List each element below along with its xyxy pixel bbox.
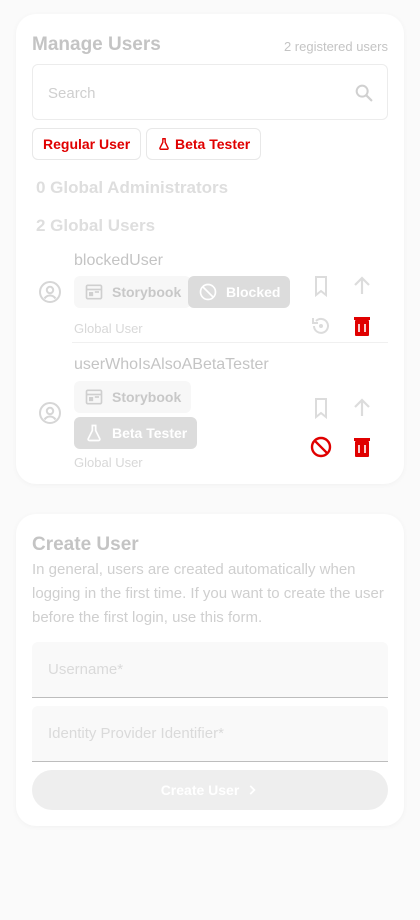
list-item: userWhoIsAlsoABetaTester Storybook Beta …: [16, 352, 404, 472]
chip-label: Storybook: [112, 284, 182, 300]
username-placeholder: Username*: [48, 661, 124, 678]
filter-beta-tester-button[interactable]: Beta Tester: [146, 128, 262, 160]
user-role: Global User: [74, 321, 143, 336]
arrow-up-icon[interactable]: [350, 274, 374, 298]
filter-regular-user-button[interactable]: Regular User: [32, 128, 142, 160]
search-icon[interactable]: [353, 82, 375, 104]
user-role: Global User: [74, 455, 143, 470]
create-user-button-label: Create User: [160, 782, 240, 798]
block-icon[interactable]: [309, 435, 333, 459]
create-user-button[interactable]: Create User: [32, 770, 388, 810]
search-placeholder: Search: [48, 85, 96, 102]
global-users-heading: 2 Global Users: [36, 216, 156, 235]
flask-icon: [159, 138, 169, 150]
identity-provider-field[interactable]: Identity Provider Identifier*: [32, 706, 388, 762]
flask-icon: [87, 424, 101, 442]
manage-users-title: Manage Users: [32, 34, 161, 55]
chip-label: Beta Tester: [112, 425, 188, 441]
chip-label: Blocked: [226, 284, 281, 300]
list-item: blockedUser Storybook Blocked Global Use…: [16, 248, 404, 342]
bookmark-icon[interactable]: [309, 274, 333, 298]
delete-icon[interactable]: [350, 435, 374, 459]
divider: [72, 342, 388, 343]
storybook-icon: [85, 389, 103, 405]
create-user-title: Create User: [32, 534, 139, 555]
account-circle-icon: [39, 281, 61, 303]
registered-users-count: 2 registered users: [283, 39, 388, 54]
storybook-chip: Storybook: [74, 381, 192, 413]
username-field[interactable]: Username*: [32, 642, 388, 698]
restore-icon[interactable]: [309, 314, 333, 338]
storybook-chip: Storybook: [74, 276, 192, 308]
manage-users-card: Manage Users 2 registered users Search R…: [16, 14, 404, 484]
user-name: blockedUser: [74, 252, 163, 269]
arrow-up-icon[interactable]: [350, 396, 374, 420]
storybook-icon: [85, 284, 103, 300]
account-circle-icon: [39, 402, 61, 424]
create-user-card: Create User In general, users are create…: [16, 514, 404, 826]
blocked-icon: [199, 283, 217, 301]
identity-provider-placeholder: Identity Provider Identifier*: [48, 725, 224, 742]
chevron-right-icon: [249, 785, 256, 795]
delete-icon[interactable]: [350, 314, 374, 338]
bookmark-icon[interactable]: [309, 396, 333, 420]
chip-label: Storybook: [112, 389, 182, 405]
search-input[interactable]: Search: [32, 64, 388, 120]
filter-regular-user-label: Regular User: [43, 136, 131, 152]
filter-beta-tester-label: Beta Tester: [175, 136, 251, 152]
beta-tester-chip: Beta Tester: [74, 417, 198, 449]
global-admins-heading: 0 Global Administrators: [36, 178, 229, 197]
create-user-description: In general, users are created automatica…: [32, 561, 384, 626]
user-name: userWhoIsAlsoABetaTester: [74, 356, 269, 373]
blocked-chip: Blocked: [188, 276, 291, 308]
